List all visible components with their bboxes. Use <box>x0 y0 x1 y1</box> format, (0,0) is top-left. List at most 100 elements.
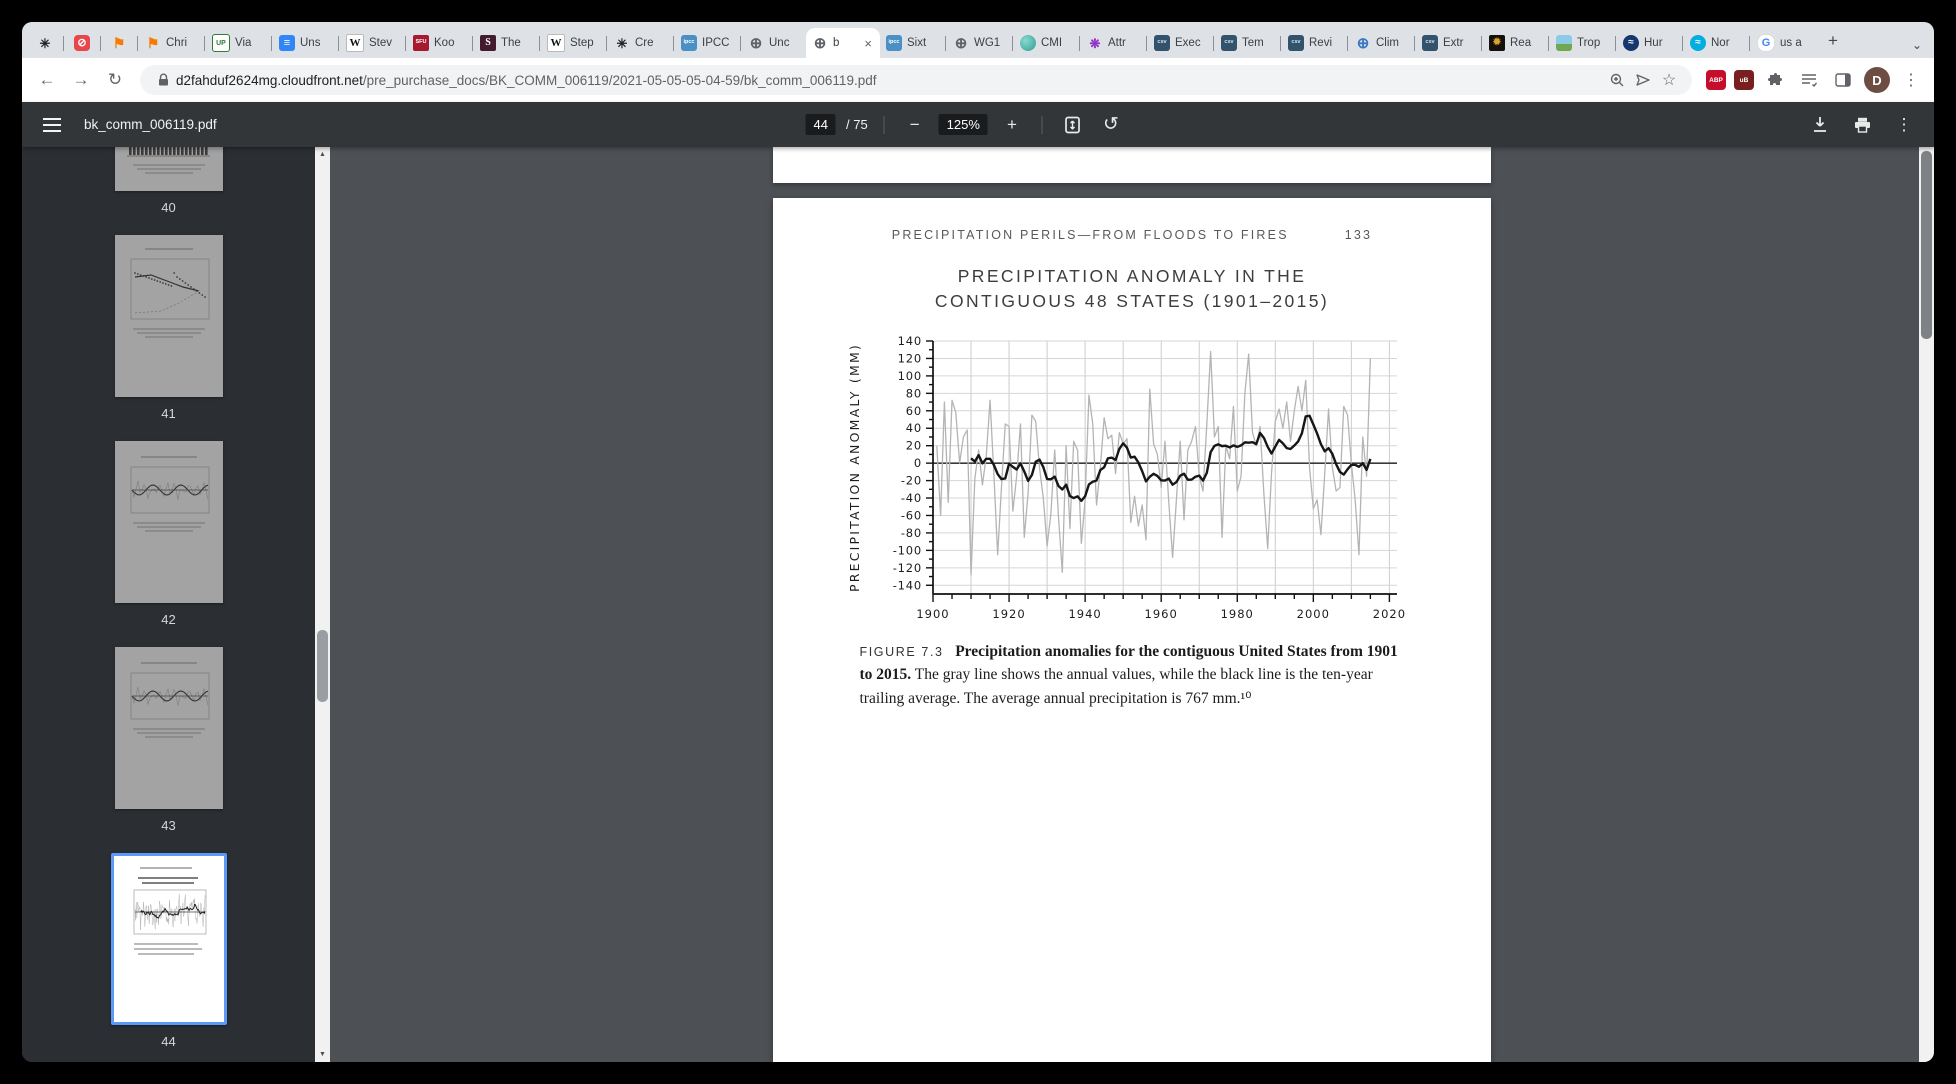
pinned-tab-shield-red[interactable]: ⊘ <box>65 28 99 58</box>
tab-the[interactable]: S The <box>474 28 538 58</box>
url-path: /pre_purchase_docs/BK_COMM_006119/2021-0… <box>362 72 877 88</box>
side-panel-icon[interactable] <box>1830 67 1856 93</box>
tab-clim[interactable]: ⊕ Clim <box>1349 28 1413 58</box>
profile-avatar[interactable]: D <box>1864 67 1890 93</box>
tab-sixt[interactable]: ipcc Sixt <box>880 28 944 58</box>
pdf-menu-icon[interactable]: ⋮ <box>1890 111 1918 139</box>
tab-label: us a <box>1780 37 1802 49</box>
tab-step[interactable]: W Step <box>541 28 605 58</box>
tab-chri[interactable]: ⚑ Chri <box>139 28 203 58</box>
thumbnail-page-label: 44 <box>161 1034 176 1049</box>
thumbnail-page-44[interactable] <box>110 853 227 1025</box>
svg-text:-100: -100 <box>893 543 922 557</box>
tab-us-a[interactable]: Gus a <box>1751 28 1815 58</box>
tab-stev[interactable]: W Stev <box>340 28 404 58</box>
document-scrollbar-thumb[interactable] <box>1921 151 1932 339</box>
abp-extension-icon[interactable]: ABP <box>1706 70 1726 90</box>
sidebar-scrollbar[interactable]: ▲ ▼ <box>315 147 330 1062</box>
thumbnail-page-label: 43 <box>161 818 176 833</box>
thumbnail-page-43[interactable] <box>114 647 223 809</box>
tab-label: Rea <box>1510 37 1532 49</box>
tab-nor[interactable]: ≈ Nor <box>1684 28 1748 58</box>
thumbnail-image <box>130 248 209 338</box>
wikipedia-favicon-icon: W <box>346 34 364 52</box>
pinned-tab-starburst-dark[interactable]: ✳ <box>28 28 62 58</box>
shield-red-favicon-icon: ⊘ <box>74 35 90 51</box>
svg-text:-140: -140 <box>893 578 922 592</box>
lock-icon[interactable] <box>150 67 176 93</box>
tab-search-chevron-icon[interactable]: ⌄ <box>1912 38 1922 52</box>
ipcc-blue-favicon-icon: ipcc <box>886 35 902 51</box>
bookmark-star-icon[interactable]: ☆ <box>1656 67 1682 93</box>
toolbar-divider <box>883 115 885 134</box>
fit-page-button[interactable] <box>1059 111 1087 139</box>
reading-list-icon[interactable] <box>1796 67 1822 93</box>
wikipedia-favicon-icon: W <box>547 34 565 52</box>
tab-via[interactable]: UP Via <box>206 28 270 58</box>
tab-separator <box>1012 36 1013 51</box>
address-bar[interactable]: d2fahduf2624mg.cloudfront.net/pre_purcha… <box>140 65 1692 95</box>
tab-cmi[interactable]: CMI <box>1014 28 1078 58</box>
tab-label: Tem <box>1242 37 1264 49</box>
sphere-teal-favicon-icon <box>1020 35 1036 51</box>
tab-attr[interactable]: ❋ Attr <box>1081 28 1145 58</box>
rotate-button[interactable]: ↺ <box>1097 111 1125 139</box>
thumbnail-page-40[interactable] <box>114 147 223 191</box>
tab-revi[interactable]: csv Revi <box>1282 28 1346 58</box>
share-icon[interactable] <box>1630 67 1656 93</box>
tab-hur[interactable]: ≈ Hur <box>1617 28 1681 58</box>
page-number-printed: 133 <box>1344 228 1373 242</box>
ublock-extension-icon[interactable]: uB <box>1734 70 1754 90</box>
tab-extr[interactable]: csv Extr <box>1416 28 1480 58</box>
print-button[interactable] <box>1848 111 1876 139</box>
sidebar-scrollbar-thumb[interactable] <box>317 630 328 702</box>
tab-rea[interactable]: ✹ Rea <box>1483 28 1547 58</box>
extensions-puzzle-icon[interactable] <box>1762 67 1788 93</box>
thumbnail-page-label: 42 <box>161 612 176 627</box>
scroll-up-icon[interactable]: ▲ <box>315 147 330 162</box>
zoom-in-button[interactable]: + <box>998 111 1026 139</box>
tab-tem[interactable]: csv Tem <box>1215 28 1279 58</box>
tab-ipcc[interactable]: ipcc IPCC <box>675 28 739 58</box>
zoom-level-input[interactable]: 125% <box>938 114 988 135</box>
tab-cre[interactable]: ✳ Cre <box>608 28 672 58</box>
pinned-tab-bookmark-orange[interactable]: ⚑ <box>102 28 136 58</box>
tab-koo[interactable]: SFU Koo <box>407 28 471 58</box>
landscape-favicon-icon <box>1556 35 1572 51</box>
pdf-filename: bk_comm_006119.pdf <box>84 117 217 132</box>
svg-text:1940: 1940 <box>1068 607 1101 621</box>
tab-trop[interactable]: Trop <box>1550 28 1614 58</box>
tab-unc[interactable]: ⊕ Unc <box>742 28 806 58</box>
thumbnail-page-41[interactable] <box>114 235 223 397</box>
tab-label: Chri <box>166 37 188 49</box>
download-button[interactable] <box>1806 111 1834 139</box>
noaa-navy-favicon-icon: ≈ <box>1623 35 1639 51</box>
tab-separator <box>338 36 339 51</box>
up-green-favicon-icon: UP <box>212 34 230 52</box>
figure-caption-label: FIGURE 7.3 <box>859 644 944 659</box>
back-button[interactable]: ← <box>32 65 62 95</box>
zoom-out-button[interactable]: − <box>901 111 929 139</box>
tab-exec[interactable]: csv Exec <box>1148 28 1212 58</box>
thumbnail-page-42[interactable] <box>114 441 223 603</box>
zoom-page-icon[interactable] <box>1604 67 1630 93</box>
google-g-favicon-icon: G <box>1757 34 1775 52</box>
svg-text:2000: 2000 <box>1297 607 1330 621</box>
starburst-dark-favicon-icon: ✳ <box>616 35 628 51</box>
tab-uns[interactable]: ≡ Uns <box>273 28 337 58</box>
forward-button[interactable]: → <box>66 65 96 95</box>
pdf-sidebar-toggle-icon[interactable] <box>38 111 66 139</box>
page-number-input[interactable]: 44 <box>805 114 836 135</box>
browser-toolbar: ← → ↻ d2fahduf2624mg.cloudfront.net/pre_… <box>22 58 1934 102</box>
browser-menu-icon[interactable]: ⋮ <box>1898 67 1924 93</box>
reload-button[interactable]: ↻ <box>100 65 130 95</box>
tab-b[interactable]: ⊕ b × <box>806 28 880 58</box>
tab-separator <box>539 36 540 51</box>
new-tab-button[interactable]: + <box>1819 27 1847 55</box>
document-scrollbar[interactable] <box>1919 147 1934 1062</box>
scroll-down-icon[interactable]: ▼ <box>315 1047 330 1062</box>
tab-close-icon[interactable]: × <box>862 36 874 51</box>
url-domain: d2fahduf2624mg.cloudfront.net <box>176 72 363 88</box>
tab-label: Nor <box>1711 37 1730 49</box>
tab-wg1[interactable]: ⊕ WG1 <box>947 28 1011 58</box>
